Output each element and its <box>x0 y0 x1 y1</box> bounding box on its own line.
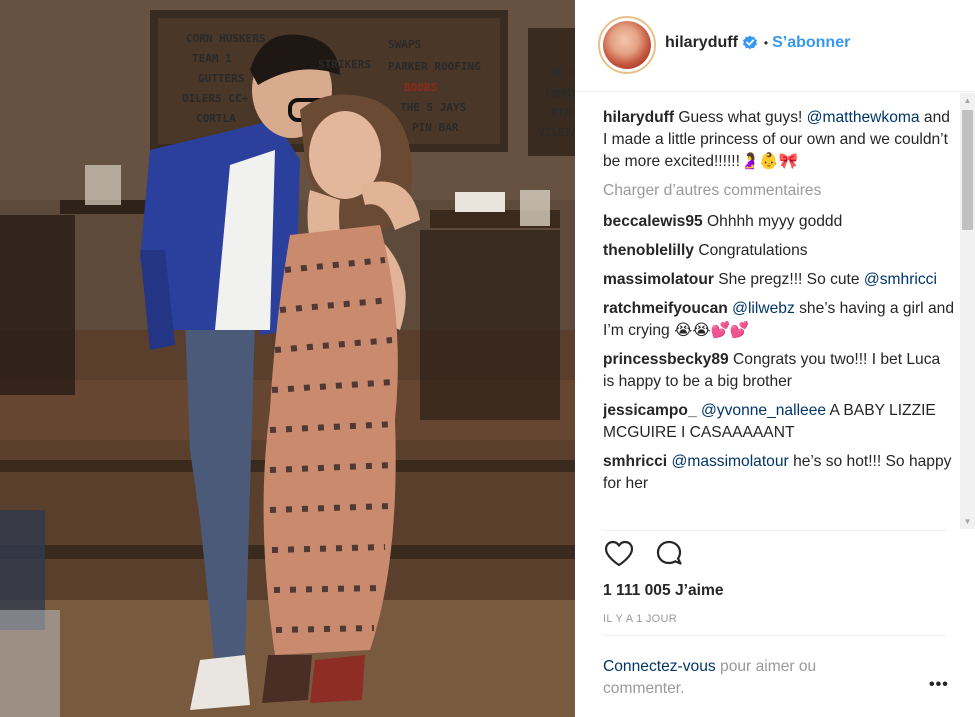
post-details-panel: hilaryduff • S’abonner hilaryduff Guess … <box>575 0 975 717</box>
post-photo[interactable]: CORN HUSKERS SWAPS TEAM 1 STRIKERS PARKE… <box>0 0 575 717</box>
sign-text: TOMMY <box>544 87 575 100</box>
comment-item: ratchmeifyoucan @lilwebz she’s having a … <box>603 298 955 342</box>
sign-text: PARKER ROOFING <box>388 60 481 73</box>
comment-username[interactable]: ratchmeifyoucan <box>603 300 728 317</box>
comment-item: massimolatour She pregz!!! So cute @smhr… <box>603 269 955 291</box>
comment-text: Congratulations <box>693 242 808 259</box>
comment-item: smhricci @massimolatour he’s so hot!!! S… <box>603 451 955 495</box>
scrollbar-thumb[interactable] <box>962 110 973 230</box>
mention-link[interactable]: @smhricci <box>864 271 937 288</box>
post-timestamp[interactable]: IL Y A 1 JOUR <box>603 613 677 625</box>
mention-link[interactable]: @matthewkoma <box>807 109 920 126</box>
mention-link[interactable]: @lilwebz <box>732 300 795 317</box>
sign-text: SWAPS <box>388 38 421 51</box>
post-actions <box>603 538 685 570</box>
scroll-up-arrow-icon[interactable]: ▲ <box>960 93 975 108</box>
comment-username[interactable]: beccalewis95 <box>603 213 703 230</box>
comment-username[interactable]: massimolatour <box>603 271 714 288</box>
avatar-image <box>603 21 651 69</box>
sign-text: BOOBS <box>404 81 437 94</box>
sign-text: VILETA <box>538 126 575 139</box>
follow-button[interactable]: S’abonner <box>772 34 850 52</box>
header-username[interactable]: hilaryduff <box>665 34 738 52</box>
sign-text: PIN BAR <box>412 121 459 134</box>
sign-text: THE 5 JAYS <box>400 101 466 114</box>
photo-signs: CORN HUSKERS SWAPS TEAM 1 STRIKERS PARKE… <box>182 32 575 139</box>
comment-item: jessicampo_ @yvonne_nalleee A BABY LIZZI… <box>603 400 955 444</box>
load-more-comments[interactable]: Charger d’autres commentaires <box>603 180 955 202</box>
post-header: hilaryduff • S’abonner <box>575 0 975 92</box>
mention-link[interactable]: @massimolatour <box>672 453 789 470</box>
comment-username[interactable]: hilaryduff <box>603 109 674 126</box>
verified-badge-icon <box>742 35 757 50</box>
comment-item: princessbecky89 Congrats you two!!! I be… <box>603 349 955 393</box>
sign-text: GUTTERS <box>198 72 244 85</box>
sign-text: CORTLA <box>196 112 236 125</box>
login-link[interactable]: Connectez-vous <box>603 658 716 675</box>
comment-username[interactable]: princessbecky89 <box>603 351 729 368</box>
comment-username[interactable]: jessicampo_ <box>603 402 697 419</box>
sign-text: H. P <box>553 66 575 79</box>
comment-username[interactable]: smhricci <box>603 453 667 470</box>
divider <box>603 635 947 636</box>
comment-text: She pregz!!! So cute <box>713 271 864 288</box>
divider <box>603 530 947 531</box>
login-prompt: Connectez-vous pour aimer ou commenter. <box>603 656 883 700</box>
heart-icon[interactable] <box>603 538 635 570</box>
header-row: hilaryduff • S’abonner <box>665 34 850 52</box>
avatar[interactable] <box>598 16 656 74</box>
sign-text: TEAM 1 <box>192 52 232 65</box>
comments-list[interactable]: hilaryduff Guess what guys! @matthewkoma… <box>603 107 955 529</box>
scroll-down-arrow-icon[interactable]: ▼ <box>960 514 975 529</box>
sign-text: OILERS CC+ <box>182 92 249 105</box>
caption-text: Guess what guys! <box>674 109 807 126</box>
sign-text: MTN <box>551 106 571 119</box>
comment-item: thenoblelilly Congratulations <box>603 240 955 262</box>
sign-text: CORN HUSKERS <box>186 32 265 45</box>
comment-item: beccalewis95 Ohhhh myyy goddd <box>603 211 955 233</box>
comment-text: Ohhhh myyy goddd <box>702 213 843 230</box>
comment-username[interactable]: thenoblelilly <box>603 242 694 259</box>
comments-scrollbar[interactable]: ▲ ▼ <box>960 93 975 529</box>
sign-text: STRIKERS <box>318 58 371 71</box>
more-options-icon[interactable]: ••• <box>929 676 949 694</box>
header-separator: • <box>763 36 769 50</box>
mention-link[interactable]: @yvonne_nalleee <box>701 402 826 419</box>
comment-bubble-icon[interactable] <box>653 538 685 570</box>
caption: hilaryduff Guess what guys! @matthewkoma… <box>603 107 955 173</box>
likes-count[interactable]: 1 111 005 J’aime <box>603 582 724 600</box>
